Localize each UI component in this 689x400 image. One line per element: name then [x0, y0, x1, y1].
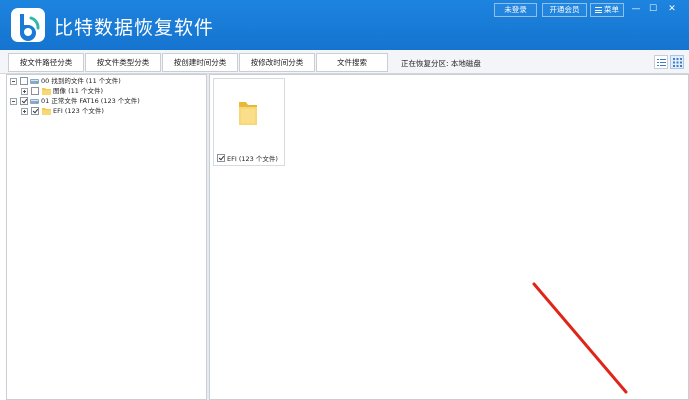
app-logo-icon: [11, 8, 45, 42]
grid-item-checkbox[interactable]: [217, 154, 225, 162]
tree-node-label: 01 正常文件 FAT16 (123 个文件): [41, 97, 140, 105]
folder-icon: [239, 102, 257, 125]
folder-icon: [42, 88, 51, 95]
annotation-arrow-icon: [532, 282, 628, 394]
tree-node-fat16[interactable]: 01 正常文件 FAT16 (123 个文件): [9, 96, 199, 106]
collapse-toggle[interactable]: [10, 77, 17, 85]
tree-node-label: 00 找到的文件 (11 个文件): [41, 77, 121, 85]
folder-tree-panel: [6, 74, 207, 400]
title-bar: 比特数据恢复软件 未登录 开通会员 菜单 — ☐ ✕: [0, 0, 689, 50]
minimize-button[interactable]: —: [628, 2, 644, 16]
scan-status: 正在恢复分区: 本地磁盘: [401, 59, 481, 68]
grid-view-icon: [673, 58, 682, 67]
tab-file-search[interactable]: 文件搜索: [316, 53, 388, 72]
collapse-toggle[interactable]: [10, 97, 17, 105]
tree-checkbox[interactable]: [31, 107, 39, 115]
toolbar: 按文件路径分类 按文件类型分类 按创建时间分类 按修改时间分类 文件搜索 正在恢…: [0, 50, 689, 74]
tree-node-found-files[interactable]: 00 找到的文件 (11 个文件): [9, 76, 199, 86]
folder-icon: [42, 108, 51, 115]
grid-view-button[interactable]: [670, 55, 684, 69]
menu-icon: [595, 7, 602, 13]
menu-button-label: 菜单: [604, 5, 619, 14]
expand-toggle[interactable]: [21, 87, 28, 95]
tree-node-label: EFI (123 个文件): [53, 107, 104, 115]
tree-node-label: 图像 (11 个文件): [53, 87, 103, 95]
vip-button[interactable]: 开通会员: [542, 3, 587, 17]
tab-by-created-time[interactable]: 按创建时间分类: [162, 53, 238, 72]
tree-node-images[interactable]: 图像 (11 个文件): [9, 86, 199, 96]
tab-by-modified-time[interactable]: 按修改时间分类: [239, 53, 315, 72]
tree-checkbox[interactable]: [31, 87, 39, 95]
login-button[interactable]: 未登录: [494, 3, 537, 17]
tree-checkbox[interactable]: [20, 77, 28, 85]
maximize-button[interactable]: ☐: [645, 2, 661, 16]
app-title: 比特数据恢复软件: [54, 17, 215, 39]
close-button[interactable]: ✕: [664, 2, 680, 16]
tab-by-type[interactable]: 按文件类型分类: [85, 53, 161, 72]
tab-by-path[interactable]: 按文件路径分类: [8, 53, 84, 72]
tree-node-efi[interactable]: EFI (123 个文件): [9, 106, 199, 116]
tree-checkbox[interactable]: [20, 97, 28, 105]
menu-button[interactable]: 菜单: [590, 3, 624, 17]
list-view-icon: [657, 59, 666, 66]
drive-icon: [30, 98, 39, 104]
drive-icon: [30, 78, 39, 84]
grid-item-label: EFI (123 个文件): [227, 155, 278, 163]
list-view-button[interactable]: [654, 55, 668, 69]
grid-item-efi[interactable]: EFI (123 个文件): [213, 78, 285, 166]
expand-toggle[interactable]: [21, 107, 28, 115]
